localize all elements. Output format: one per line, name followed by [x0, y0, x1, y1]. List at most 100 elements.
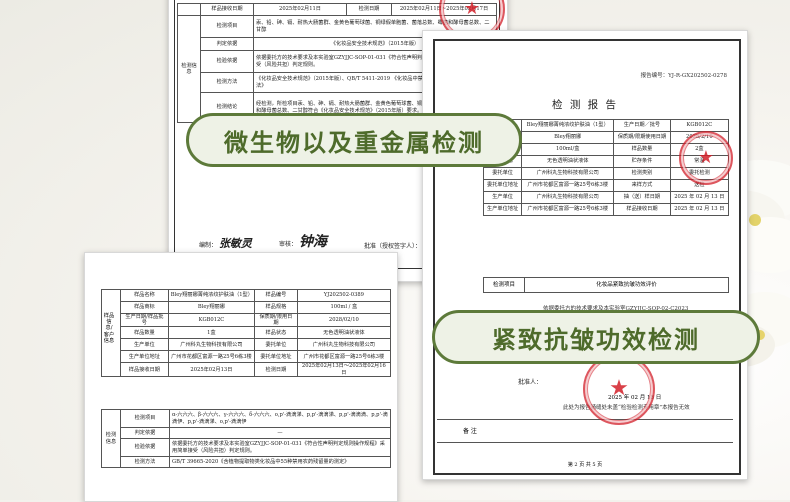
cell-label: 委托单位地址 [254, 350, 298, 364]
cell-value: 广州市花都区富源一路25号6栋3楼 [296, 350, 392, 364]
cell-value: Bley翔丽娜菁纯浓纹护肤油（1型） [521, 119, 615, 132]
cell-value: Bley翔丽娜 [167, 301, 256, 314]
cell-label: 委托单位地址 [482, 179, 523, 192]
cell-label: 委托单位 [482, 167, 523, 180]
cell-value: 无色透明油状液体 [521, 155, 615, 168]
cell-label: 生产单位 [482, 191, 523, 204]
cell-value: 100ml / 盒 [296, 301, 392, 314]
cell-value: KGB012C [669, 119, 730, 132]
method-label: 检测方法 [120, 456, 170, 468]
items-label: 检测项目 [200, 15, 254, 38]
pesticide-test-table: 检测信息 检测项目 α-六六六、β-六六六、γ-六六六、δ-六六六、o,p'-滴… [101, 409, 391, 468]
test-item-label: 检测项目 [484, 278, 525, 292]
table-row: 生产单位 广州科丸生物科技有限公司 抽（送）样日期 2025 年 02 月 13 日 [482, 191, 730, 204]
report-number: 报告编号：YJ-R-GX202502-0278 [640, 73, 727, 79]
label-microbe-heavy-metal: 微生物以及重金属检测 [186, 113, 522, 167]
cell-value: Bley翔丽娜菁纯浓纹护肤油（1型） [167, 289, 256, 302]
compiler-signature: 张敏灵 [218, 237, 252, 250]
rule-value: 依据委托方的技术要求及本实验室GZYJJC-SOP-01-031《符合性声明判定… [169, 438, 391, 457]
cell-value: YJ202502-0389 [296, 289, 392, 302]
table-row: 生产单位地址 广州市花都区富源一路25号6栋3楼 委托单位地址 广州市花都区富源一路2… [102, 350, 392, 364]
cell-label: 样品接收日期 [120, 362, 169, 377]
table-row: 样品名称 Bley翔丽娜菁纯浓纹护肤油（1型） 样品编号 YJ202502-0389 [101, 289, 392, 377]
test-item-row: 检测项目 化妆品紧致抗皱功效评价 [483, 277, 729, 293]
table-row: 样品接收日期 2025年02月13日 检测日期 2025年02月13日～2025年02… [102, 362, 392, 377]
reviewer-label: 审核： [279, 241, 298, 248]
basis-label: 判定依据 [200, 37, 254, 51]
cell-value: 2025年02月13日 [167, 362, 256, 377]
table-row: 样品数量 1盒 样品状态 无色透明油状液体 [102, 326, 392, 340]
cell-label: 样品接收日期 [613, 203, 671, 216]
cell-value: 广州市花都区富源一路25号6栋3楼 [521, 179, 615, 192]
receive-date-label: 样品接收日期 [200, 3, 254, 16]
cell-label: 样品数量 [120, 326, 169, 340]
item-label: 检测项目 [120, 409, 170, 428]
cell-value: 2025年02月13日～2025年02月16日 [296, 362, 392, 377]
cell-label: 样品状态 [254, 326, 298, 340]
test-basis-label: 检验依据 [200, 50, 254, 73]
table-row: 生产单位地址 广州市花都区富源一路25号6栋3楼 样品接收日期 2025 年 02 月… [482, 203, 730, 216]
cell-value: 2025 年 02 月 13 日 [669, 203, 730, 216]
cell-label: 生产日期/样品批号 [120, 312, 169, 328]
basis-label: 判定依据 [120, 427, 170, 439]
cell-value: 2028/02/10 [296, 312, 392, 328]
page-footer: 第 2 页 共 5 页 [567, 462, 603, 468]
cell-label: 样品规格 [254, 301, 298, 314]
cell-label: 来样方式 [613, 179, 671, 192]
approver-label: 批准人： [518, 379, 543, 386]
cell-label: 样品名称 [120, 289, 169, 302]
cell-value: 广州科丸生物科技有限公司 [521, 191, 615, 204]
cell-value: 2025 年 02 月 13 日 [669, 191, 730, 204]
cell-label: 样品商标 [120, 301, 169, 314]
report-title: 检 测 报 告 [551, 99, 618, 111]
cell-label: 生产单位 [120, 338, 169, 352]
section-label: 检测信息 [177, 15, 201, 123]
cell-label: 检测日期 [254, 362, 298, 377]
table-row: 样品商标 Bley翔丽娜 样品规格 100ml / 盒 [102, 301, 392, 314]
cell-label: 委托单位 [254, 338, 298, 352]
cell-value: 广州科丸生物科技有限公司 [521, 167, 615, 180]
approver-label: 批准（授权签字人）： [364, 243, 422, 250]
sample-section-label: 样品信息/客户信息 [103, 313, 115, 344]
rule-label: 检验依据 [120, 438, 170, 457]
cell-label: 抽（送）样日期 [613, 191, 671, 204]
cell-value: KGB012C [167, 312, 256, 328]
report-sheet-pesticide: 样品名称 Bley翔丽娜菁纯浓纹护肤油（1型） 样品编号 YJ202502-0389 样… [84, 252, 398, 502]
reviewer-signature: 钟海 [298, 234, 327, 250]
item-value: α-六六六、β-六六六、γ-六六六、δ-六六六、o,p'-滴滴涕、p,p'-滴滴… [169, 409, 391, 428]
cell-label: 生产单位地址 [120, 350, 169, 364]
pesticide-sample-table: 样品名称 Bley翔丽娜菁纯浓纹护肤油（1型） 样品编号 YJ202502-0389 样… [101, 289, 392, 377]
cell-value: 广州科丸生物科技有限公司 [296, 338, 392, 352]
cell-label: 样品数量 [613, 143, 671, 156]
cell-label: 生产单位地址 [482, 203, 523, 216]
inspection-stamp: ★ [679, 131, 733, 185]
remark-label: 备 注 [463, 428, 477, 435]
cell-value: 1盒 [167, 326, 256, 340]
method-value: GB/T 39665-2020《含植物提取物类化妆品中55种禁用农药残留量的测定… [169, 456, 391, 468]
cell-label: 保质期/限期使用日期 [613, 131, 671, 144]
cell-value: 无色透明油状液体 [296, 326, 392, 340]
cell-value: 广州市花都区富源一路25号6栋3楼 [521, 203, 615, 216]
cell-value: 100ml/盒 [521, 143, 615, 156]
compiler-label: 编制： [199, 242, 218, 249]
cell-label: 贮存条件 [613, 155, 671, 168]
receive-date-value: 2025年02月11日 [253, 3, 347, 16]
cell-label: 样品编号 [254, 289, 298, 302]
basis-value: — [169, 427, 391, 439]
remark-row: 备 注 [437, 419, 733, 443]
method-label: 检测方法 [200, 72, 254, 93]
table-row: 生产单位 广州科丸生物科技有限公司 委托单位 广州科丸生物科技有限公司 [102, 338, 392, 352]
cell-label: 生产日期／批号 [613, 119, 671, 132]
table-row: 生产日期/样品批号 KGB012C 保质期/限用日期 2028/02/10 [102, 312, 392, 328]
test-section-label: 检测信息 [101, 409, 121, 468]
test-item-value: 化妆品紧致抗皱功效评价 [596, 282, 657, 288]
report-sheet-firming: 报告编号：YJ-R-GX202502-0278 检 测 报 告 样品名称Bley… [422, 30, 748, 480]
test-date-label: 检测日期 [346, 3, 392, 16]
cell-label: 检测类别 [613, 167, 671, 180]
label-firming-anti-wrinkle-text: 紧致抗皱功效检测 [492, 325, 700, 354]
cell-label: 保质期/限用日期 [254, 312, 298, 328]
label-firming-anti-wrinkle: 紧致抗皱功效检测 [432, 310, 760, 364]
label-microbe-heavy-metal-text: 微生物以及重金属检测 [224, 128, 484, 157]
cell-value: 广州市花都区富源一路25号6栋3楼 [167, 350, 256, 364]
cell-value: Bley翔丽娜 [521, 131, 615, 144]
